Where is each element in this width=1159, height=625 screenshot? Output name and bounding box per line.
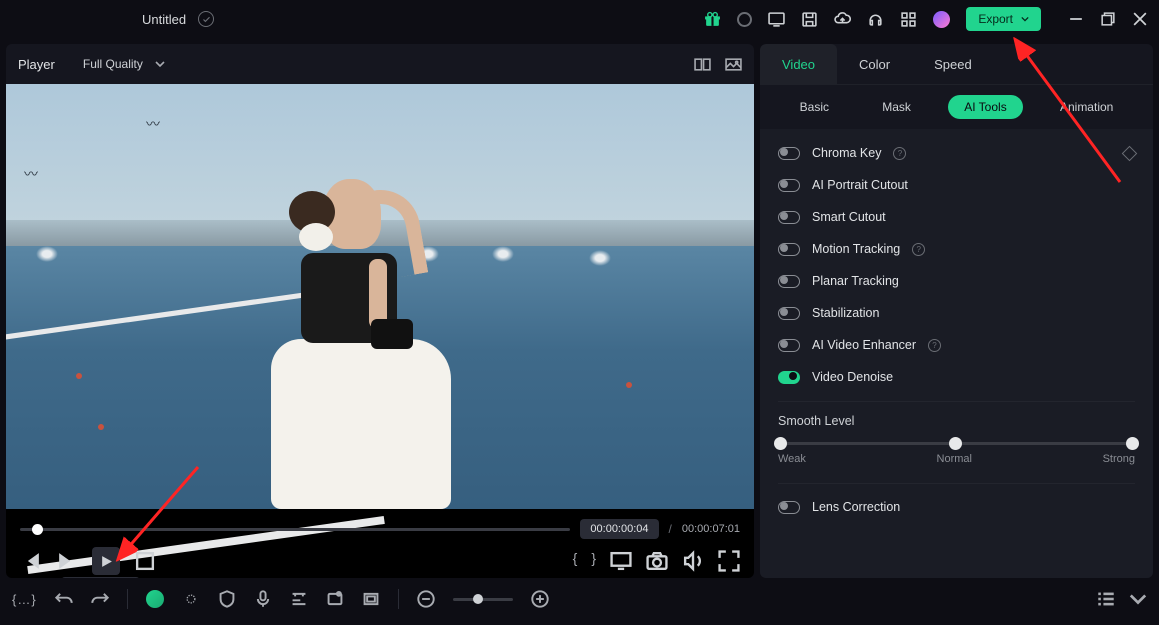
toggle-ai-portrait-cutout[interactable] <box>778 179 800 192</box>
play-tooltip: Play Space <box>61 577 140 578</box>
maximize-button[interactable] <box>1101 12 1115 26</box>
help-icon[interactable]: ? <box>893 147 906 160</box>
volume-icon[interactable] <box>682 550 704 572</box>
next-frame-button[interactable] <box>56 550 78 572</box>
title-bar: Untitled Export <box>0 0 1159 38</box>
tab-video[interactable]: Video <box>760 44 837 84</box>
label-chroma-key: Chroma Key <box>812 146 881 160</box>
toggle-video-denoise[interactable] <box>778 371 800 384</box>
play-button[interactable] <box>92 547 120 575</box>
help-icon[interactable]: ? <box>912 243 925 256</box>
sun-icon[interactable] <box>182 590 200 608</box>
total-time: 00:00:07:01 <box>682 523 740 535</box>
tab-speed[interactable]: Speed <box>912 44 994 84</box>
close-button[interactable] <box>1133 12 1147 26</box>
player-heading: Player <box>18 57 55 72</box>
camera-icon[interactable] <box>646 550 668 572</box>
chevron-down-icon <box>1021 15 1029 23</box>
crop-icon[interactable] <box>326 590 344 608</box>
label-video-denoise: Video Denoise <box>812 370 893 384</box>
shield-icon[interactable] <box>218 590 236 608</box>
slider-normal-label: Normal <box>937 453 972 465</box>
label-ai-portrait-cutout: AI Portrait Cutout <box>812 178 908 192</box>
progress-track[interactable] <box>20 528 570 531</box>
undo-icon[interactable] <box>55 590 73 608</box>
grid-view-icon[interactable] <box>694 56 711 73</box>
properties-panel: Video Color Speed Basic Mask AI Tools An… <box>760 44 1153 578</box>
timeline-toolbar: {…} <box>0 578 1159 620</box>
chevron-down-icon <box>155 59 165 69</box>
subtab-ai-tools[interactable]: AI Tools <box>948 95 1022 119</box>
redo-icon[interactable] <box>91 590 109 608</box>
project-title: Untitled <box>142 12 186 27</box>
ai-logo-icon[interactable] <box>146 590 164 608</box>
toggle-lens-correction[interactable] <box>778 501 800 514</box>
zoom-in-icon[interactable] <box>531 590 549 608</box>
subtab-basic[interactable]: Basic <box>784 95 845 119</box>
toggle-smart-cutout[interactable] <box>778 211 800 224</box>
fullscreen-icon[interactable] <box>718 550 740 572</box>
prev-frame-button[interactable] <box>20 550 42 572</box>
toggle-motion-tracking[interactable] <box>778 243 800 256</box>
dropdown-icon[interactable] <box>1129 590 1147 608</box>
slider-strong-label: Strong <box>1103 453 1135 465</box>
record-icon[interactable] <box>737 12 752 27</box>
headset-icon[interactable] <box>867 11 884 28</box>
toggle-ai-video-enhancer[interactable] <box>778 339 800 352</box>
current-time: 00:00:00:04 <box>580 519 658 539</box>
minimize-button[interactable] <box>1069 12 1083 26</box>
toggle-stabilization[interactable] <box>778 307 800 320</box>
zoom-out-icon[interactable] <box>417 590 435 608</box>
label-ai-video-enhancer: AI Video Enhancer <box>812 338 916 352</box>
ai-avatar-icon[interactable] <box>933 11 950 28</box>
label-motion-tracking: Motion Tracking <box>812 242 900 256</box>
more-icon[interactable]: {…} <box>12 592 37 607</box>
save-icon[interactable] <box>801 11 818 28</box>
label-stabilization: Stabilization <box>812 306 879 320</box>
keyframe-diamond-icon[interactable] <box>1122 145 1138 161</box>
cloud-icon[interactable] <box>834 11 851 28</box>
video-preview[interactable]: 〰 〰 00:00 <box>6 84 754 578</box>
mark-out-button[interactable]: } <box>591 550 596 572</box>
tab-color[interactable]: Color <box>837 44 912 84</box>
apps-grid-icon[interactable] <box>900 11 917 28</box>
zoom-slider[interactable] <box>453 598 513 601</box>
toggle-chroma-key[interactable] <box>778 147 800 160</box>
label-smart-cutout: Smart Cutout <box>812 210 886 224</box>
display-icon[interactable] <box>768 11 785 28</box>
saved-check-icon <box>198 11 214 27</box>
frame-icon[interactable] <box>362 590 380 608</box>
list-view-icon[interactable] <box>1097 590 1115 608</box>
quality-dropdown[interactable]: Full Quality <box>75 53 173 75</box>
player-panel: Player Full Quality 〰 〰 <box>0 38 760 578</box>
slider-weak-label: Weak <box>778 453 806 465</box>
quality-value: Full Quality <box>83 57 143 71</box>
label-planar-tracking: Planar Tracking <box>812 274 899 288</box>
mic-icon[interactable] <box>254 590 272 608</box>
mark-in-button[interactable]: { <box>573 550 578 572</box>
help-icon[interactable]: ? <box>928 339 941 352</box>
smooth-level-label: Smooth Level <box>778 414 1135 428</box>
time-separator: / <box>669 522 672 536</box>
label-lens-correction: Lens Correction <box>812 500 900 514</box>
export-label: Export <box>978 12 1013 26</box>
subtab-animation[interactable]: Animation <box>1044 95 1129 119</box>
display-out-icon[interactable] <box>610 550 632 572</box>
smooth-level-slider[interactable] <box>778 442 1135 445</box>
subtab-mask[interactable]: Mask <box>866 95 927 119</box>
toggle-planar-tracking[interactable] <box>778 275 800 288</box>
gift-icon[interactable] <box>704 11 721 28</box>
export-button[interactable]: Export <box>966 7 1041 31</box>
snapshot-icon[interactable] <box>725 56 742 73</box>
text-icon[interactable] <box>290 590 308 608</box>
stop-button[interactable] <box>134 550 156 572</box>
